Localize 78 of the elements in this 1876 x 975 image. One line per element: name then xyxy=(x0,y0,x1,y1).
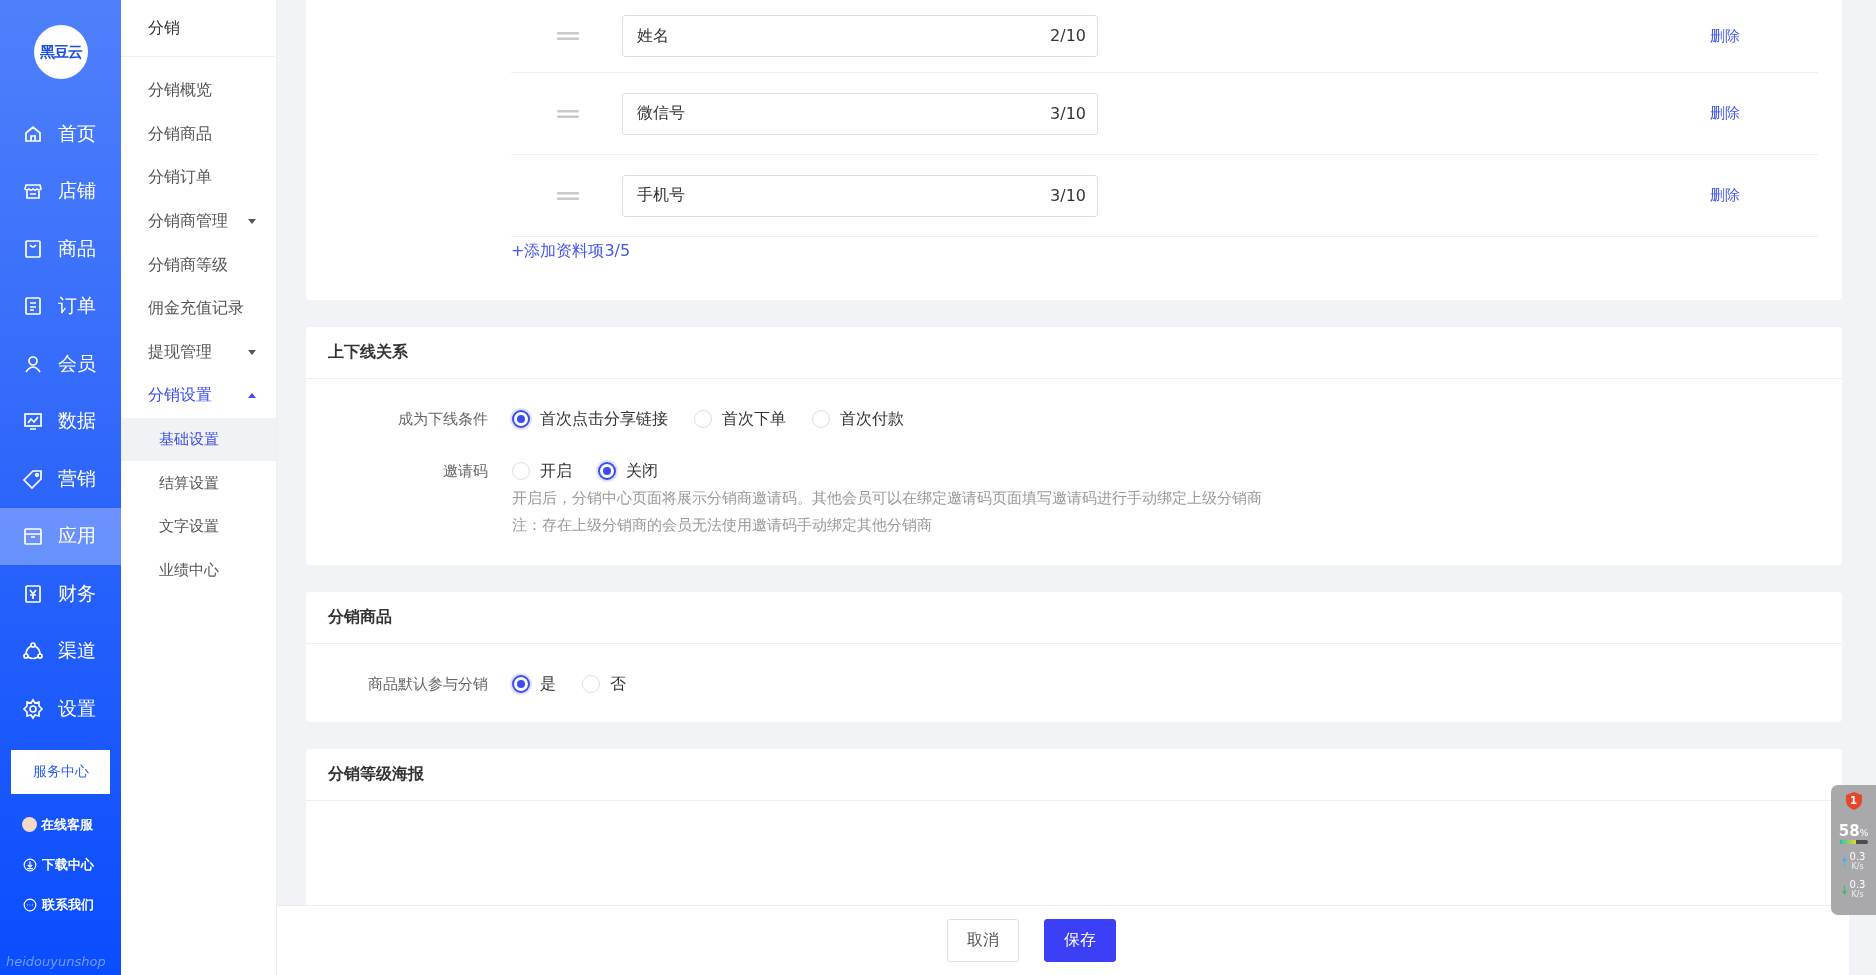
radio-option[interactable]: 开启 xyxy=(512,460,572,482)
sidebar-item[interactable]: 设置 xyxy=(0,680,121,738)
field-label: 邀请码 xyxy=(442,461,488,482)
caret-icon xyxy=(248,219,256,225)
download-speed: 0.3 xyxy=(1849,880,1866,890)
sidebar-item[interactable]: 营销 xyxy=(0,450,121,508)
subnav-item[interactable]: 分销概览 xyxy=(121,69,276,113)
logo: 黑豆云 xyxy=(33,25,88,79)
subnav-subitem[interactable]: 文字设置 xyxy=(121,504,276,549)
finance-icon xyxy=(22,582,44,605)
sidebar-item[interactable]: 首页 xyxy=(0,105,121,163)
character-count: 2/10 xyxy=(1050,26,1086,46)
goods-icon xyxy=(22,237,44,260)
subnav-item[interactable]: 佣金充值记录 xyxy=(121,286,276,331)
character-count: 3/10 xyxy=(1050,185,1086,206)
subnav-subitem[interactable]: 业绩中心 xyxy=(121,548,276,593)
avatar-icon xyxy=(22,817,37,832)
caret-icon xyxy=(248,349,256,355)
subnav-subitem[interactable]: 结算设置 xyxy=(121,461,276,505)
sidebar-link[interactable]: 联系我们 xyxy=(22,895,121,914)
help-text: 注：存在上级分销商的会员无法使用邀请码手动绑定其他分销商 xyxy=(512,515,933,536)
tag-icon xyxy=(22,467,44,490)
radio-option[interactable]: 关闭 xyxy=(598,460,658,482)
download-icon xyxy=(22,856,38,873)
usage-percent: 58 xyxy=(1838,822,1860,840)
subnav-item[interactable]: 提现管理 xyxy=(121,330,276,375)
drag-handle-icon[interactable] xyxy=(557,108,579,119)
settings-icon xyxy=(22,697,44,720)
speed-unit: K/s xyxy=(1851,862,1864,872)
sidebar-item[interactable]: 商品 xyxy=(0,220,121,278)
subnav-title: 分销 xyxy=(121,0,276,57)
radio-option[interactable]: 首次点击分享链接 xyxy=(512,408,668,430)
subnav-item[interactable]: 分销设置 xyxy=(121,374,276,418)
data-icon xyxy=(22,410,44,433)
delete-link[interactable]: 删除 xyxy=(1704,185,1746,206)
delete-link[interactable]: 删除 xyxy=(1704,25,1746,47)
chat-icon xyxy=(22,896,38,913)
save-button[interactable]: 保存 xyxy=(1043,919,1116,962)
sidebar-item[interactable]: 财务 xyxy=(0,565,121,623)
help-text: 开启后，分销中心页面将展示分销商邀请码。其他会员可以在绑定邀请码页面填写邀请码进行手动绑定上级分销商 xyxy=(512,488,1262,509)
cancel-button[interactable]: 取消 xyxy=(946,919,1019,962)
brand-text: heidouyunshop xyxy=(5,954,107,971)
sidebar-item[interactable]: 店铺 xyxy=(0,162,121,220)
field-label: 成为下线条件 xyxy=(397,409,488,430)
app-icon xyxy=(22,525,44,548)
shield-icon xyxy=(1845,792,1862,810)
caret-icon xyxy=(248,393,256,399)
speed-unit: K/s xyxy=(1851,890,1864,900)
drag-handle-icon[interactable] xyxy=(557,190,579,201)
radio-option[interactable]: 否 xyxy=(582,673,626,695)
subnav-item[interactable]: 分销商品 xyxy=(121,112,276,157)
up-arrow-icon xyxy=(1841,857,1847,867)
subnav-item[interactable]: 分销商管理 xyxy=(121,199,276,244)
section-title: 上下线关系 xyxy=(306,327,1842,379)
percent-unit: % xyxy=(1859,828,1869,838)
delete-link[interactable]: 删除 xyxy=(1704,103,1746,124)
down-arrow-icon xyxy=(1841,885,1847,895)
subnav-subitem[interactable]: 基础设置 xyxy=(121,417,276,462)
add-item-link[interactable]: +添加资料项3/5 xyxy=(511,241,631,262)
radio-option[interactable]: 首次下单 xyxy=(694,408,786,430)
character-count: 3/10 xyxy=(1050,103,1086,124)
upload-speed: 0.3 xyxy=(1849,852,1866,862)
section-title: 分销商品 xyxy=(306,592,1842,644)
sidebar-item[interactable]: 订单 xyxy=(0,277,121,335)
radio-option[interactable]: 是 xyxy=(512,673,556,695)
drag-handle-icon[interactable] xyxy=(557,31,579,41)
subnav-item[interactable]: 分销订单 xyxy=(121,156,276,200)
sidebar-item[interactable]: 渠道 xyxy=(0,622,121,680)
radio-option[interactable]: 首次付款 xyxy=(812,408,904,430)
order-icon xyxy=(22,295,44,318)
sidebar-item[interactable]: 会员 xyxy=(0,335,121,393)
sidebar-link[interactable]: 下载中心 xyxy=(22,855,121,874)
service-center-button[interactable]: 服务中心 xyxy=(11,749,110,794)
field-label: 商品默认参与分销 xyxy=(367,674,488,695)
subnav-item[interactable]: 分销商等级 xyxy=(121,243,276,287)
sidebar-link[interactable]: 在线客服 xyxy=(22,815,121,834)
sidebar-item[interactable]: 数据 xyxy=(0,392,121,450)
badge-count: 1 xyxy=(1850,795,1857,806)
